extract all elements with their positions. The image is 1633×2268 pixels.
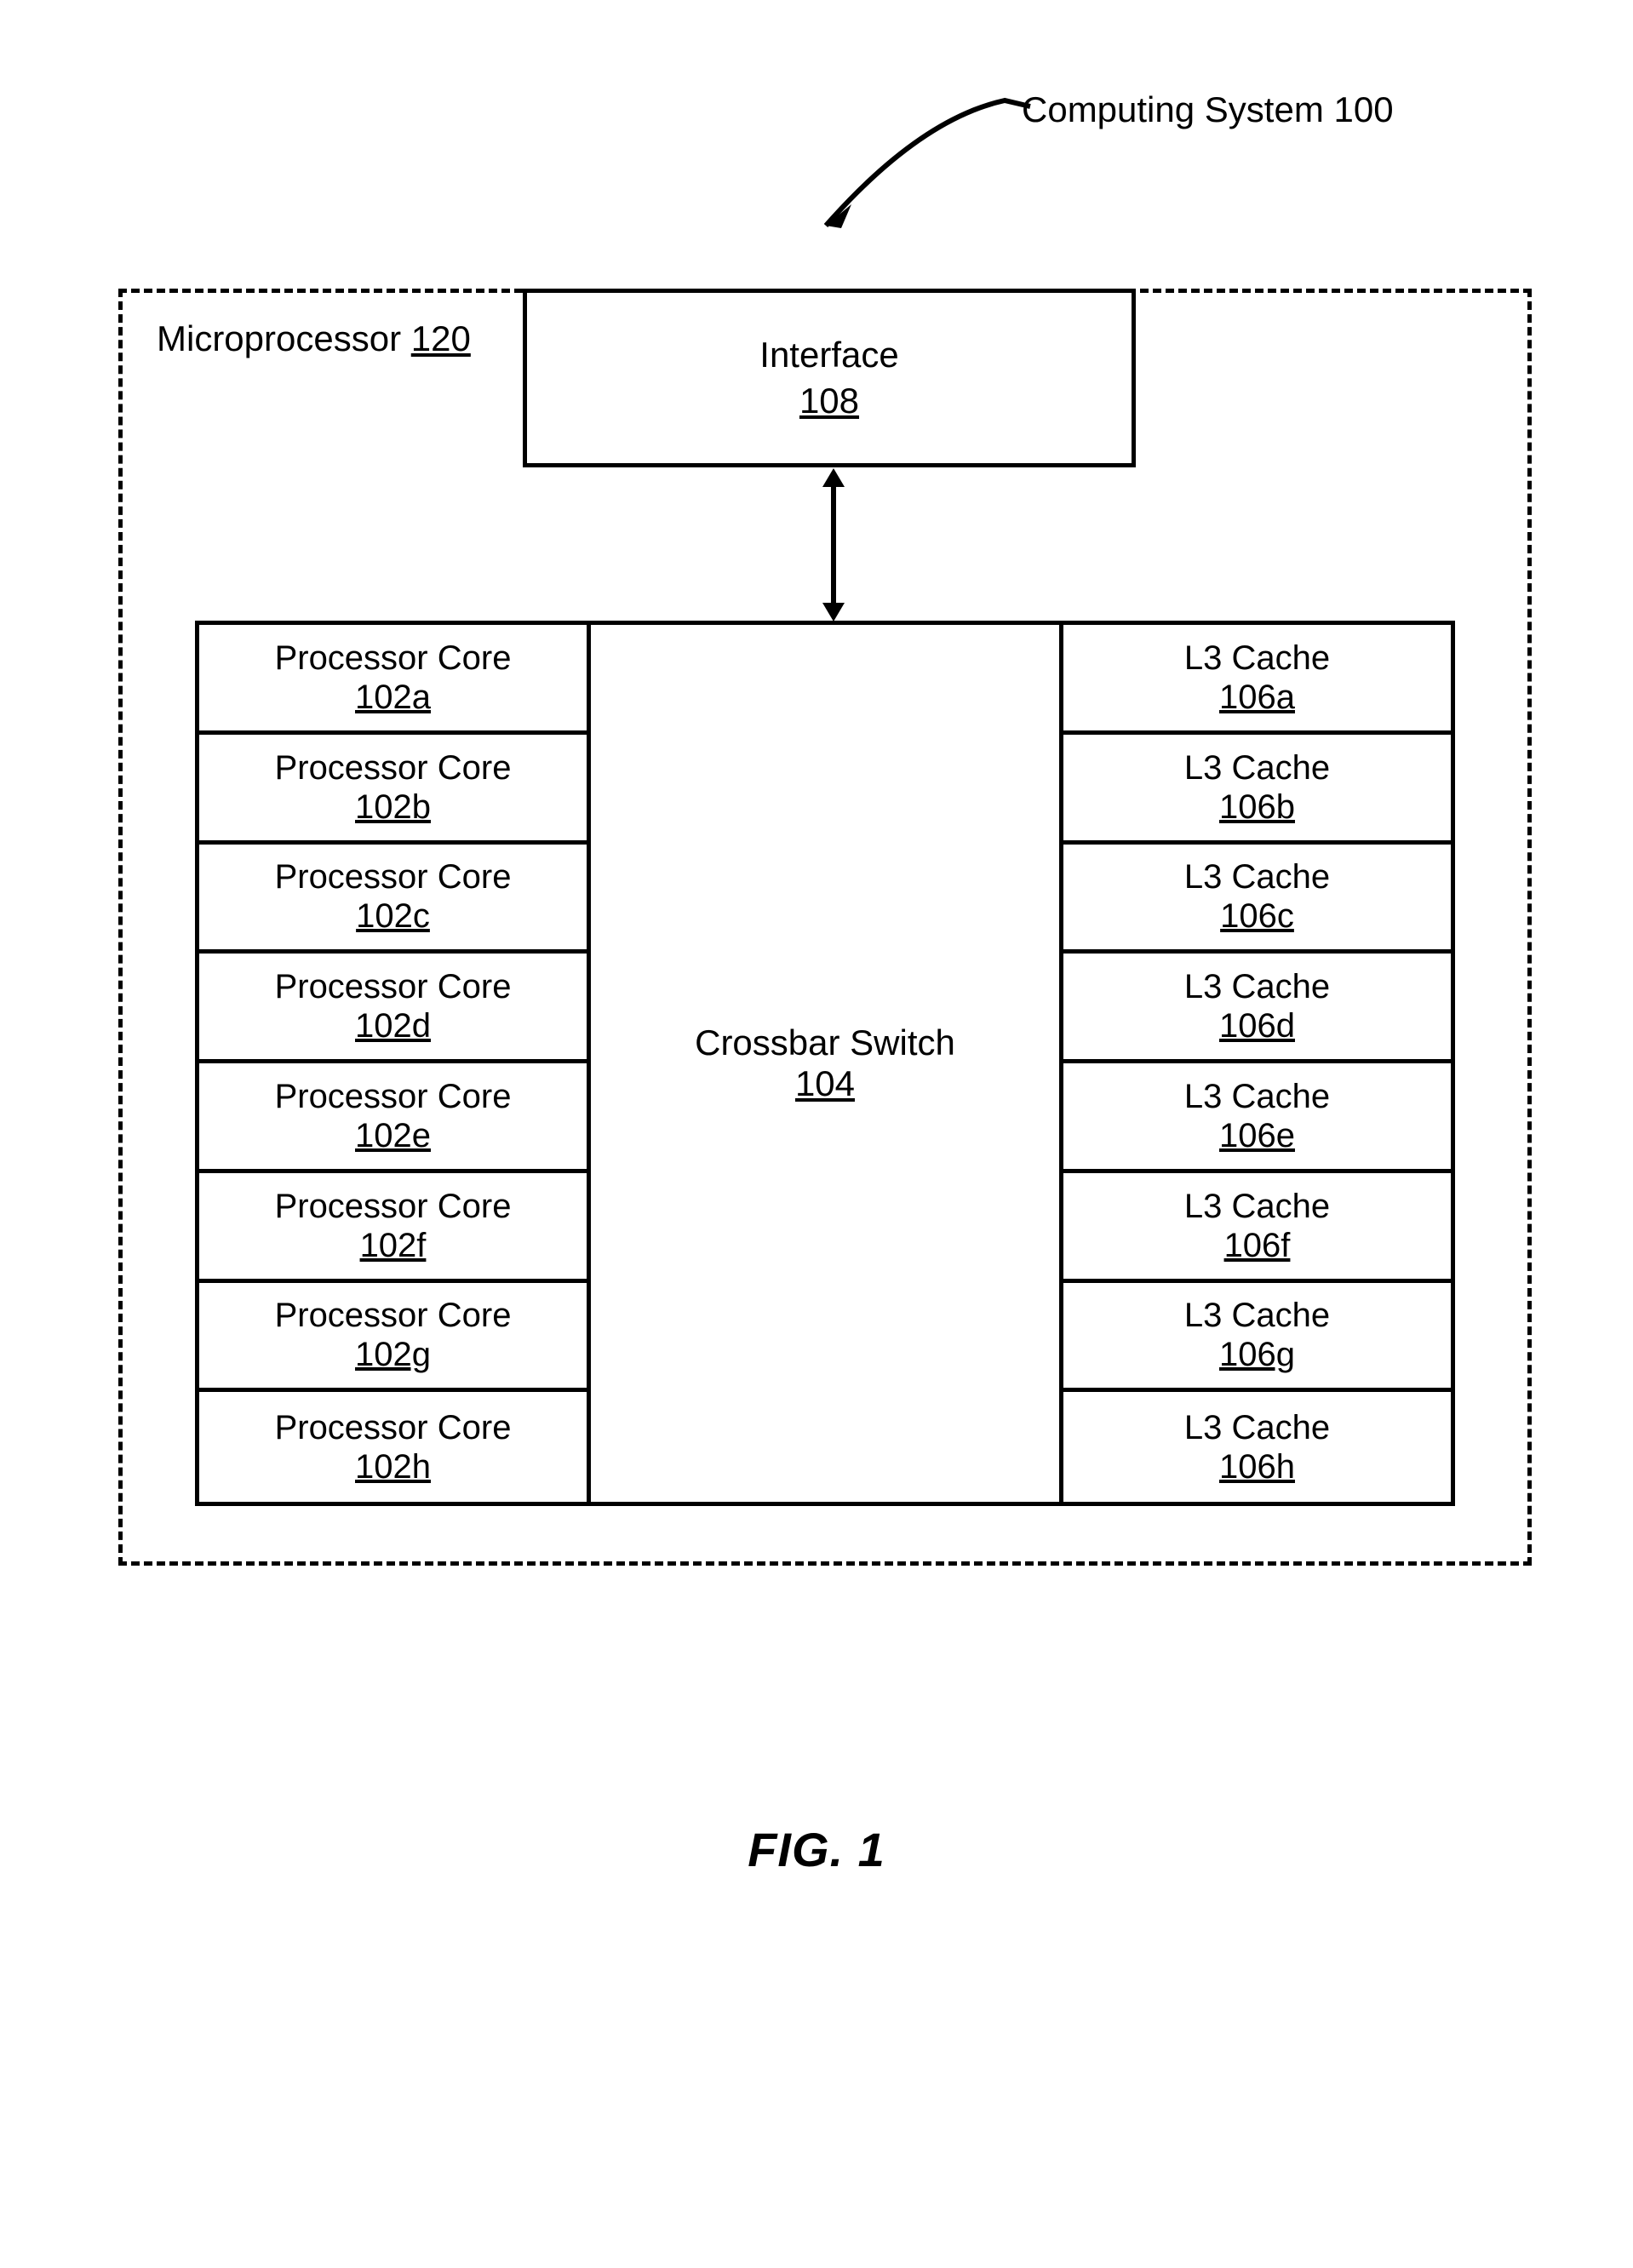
l3-cache-number: 106h bbox=[1219, 1447, 1295, 1486]
interface-block: Interface 108 bbox=[523, 289, 1136, 467]
l3-cache-label: L3 Cache bbox=[1184, 857, 1330, 896]
processor-core-label: Processor Core bbox=[275, 1296, 512, 1335]
processor-core-block: Processor Core 102h bbox=[199, 1392, 591, 1502]
interface-number: 108 bbox=[799, 381, 859, 421]
l3-cache-block: L3 Cache 106g bbox=[1059, 1283, 1451, 1393]
l3-cache-label: L3 Cache bbox=[1184, 1408, 1330, 1447]
l3-cache-label: L3 Cache bbox=[1184, 1187, 1330, 1226]
l3-cache-block: L3 Cache 106c bbox=[1059, 845, 1451, 954]
l3-cache-label: L3 Cache bbox=[1184, 748, 1330, 788]
processor-core-number: 102d bbox=[355, 1006, 431, 1045]
processor-core-number: 102f bbox=[360, 1226, 427, 1265]
microprocessor-number: 120 bbox=[411, 318, 471, 358]
l3-cache-number: 106d bbox=[1219, 1006, 1295, 1045]
crossbar-label: Crossbar Switch bbox=[695, 1022, 955, 1063]
processor-core-block: Processor Core 102d bbox=[199, 954, 591, 1063]
microprocessor-label: Microprocessor 120 bbox=[157, 318, 471, 359]
microprocessor-container: Microprocessor 120 Interface 108 Process… bbox=[118, 289, 1532, 1566]
l3-cache-number: 106f bbox=[1224, 1226, 1291, 1265]
crossbar-switch-block: Crossbar Switch 104 bbox=[591, 625, 1059, 1502]
l3-cache-number: 106b bbox=[1219, 788, 1295, 827]
l3-cache-number: 106a bbox=[1219, 678, 1295, 717]
l3-cache-number: 106g bbox=[1219, 1335, 1295, 1374]
bidirectional-arrow-icon bbox=[821, 468, 846, 621]
main-architecture-block: Processor Core 102a Processor Core 102b … bbox=[195, 621, 1455, 1506]
processor-core-label: Processor Core bbox=[275, 1077, 512, 1116]
processor-core-block: Processor Core 102b bbox=[199, 735, 591, 845]
processor-core-number: 102h bbox=[355, 1447, 431, 1486]
processor-core-label: Processor Core bbox=[275, 748, 512, 788]
processor-core-column: Processor Core 102a Processor Core 102b … bbox=[199, 625, 591, 1502]
processor-core-number: 102g bbox=[355, 1335, 431, 1374]
figure-caption: FIG. 1 bbox=[0, 1822, 1633, 1877]
processor-core-label: Processor Core bbox=[275, 1408, 512, 1447]
processor-core-label: Processor Core bbox=[275, 857, 512, 896]
processor-core-number: 102a bbox=[355, 678, 431, 717]
processor-core-number: 102b bbox=[355, 788, 431, 827]
microprocessor-label-text: Microprocessor bbox=[157, 318, 401, 358]
l3-cache-label: L3 Cache bbox=[1184, 1077, 1330, 1116]
l3-cache-block: L3 Cache 106d bbox=[1059, 954, 1451, 1063]
l3-cache-column: L3 Cache 106a L3 Cache 106b L3 Cache 106… bbox=[1059, 625, 1451, 1502]
crossbar-number: 104 bbox=[795, 1063, 855, 1104]
processor-core-block: Processor Core 102c bbox=[199, 845, 591, 954]
l3-cache-number: 106c bbox=[1220, 896, 1294, 936]
l3-cache-number: 106e bbox=[1219, 1116, 1295, 1155]
page: Computing System 100 Microprocessor 120 … bbox=[0, 0, 1633, 2268]
processor-core-number: 102c bbox=[356, 896, 430, 936]
l3-cache-block: L3 Cache 106f bbox=[1059, 1173, 1451, 1283]
processor-core-block: Processor Core 102g bbox=[199, 1283, 591, 1393]
l3-cache-block: L3 Cache 106a bbox=[1059, 625, 1451, 735]
processor-core-block: Processor Core 102f bbox=[199, 1173, 591, 1283]
processor-core-label: Processor Core bbox=[275, 967, 512, 1006]
l3-cache-label: L3 Cache bbox=[1184, 1296, 1330, 1335]
processor-core-label: Processor Core bbox=[275, 639, 512, 678]
l3-cache-block: L3 Cache 106e bbox=[1059, 1063, 1451, 1173]
l3-cache-block: L3 Cache 106h bbox=[1059, 1392, 1451, 1502]
callout-arrow-icon bbox=[792, 85, 1081, 230]
l3-cache-label: L3 Cache bbox=[1184, 639, 1330, 678]
processor-core-block: Processor Core 102e bbox=[199, 1063, 591, 1173]
l3-cache-block: L3 Cache 106b bbox=[1059, 735, 1451, 845]
processor-core-block: Processor Core 102a bbox=[199, 625, 591, 735]
interface-label: Interface bbox=[759, 335, 898, 375]
processor-core-number: 102e bbox=[355, 1116, 431, 1155]
l3-cache-label: L3 Cache bbox=[1184, 967, 1330, 1006]
processor-core-label: Processor Core bbox=[275, 1187, 512, 1226]
